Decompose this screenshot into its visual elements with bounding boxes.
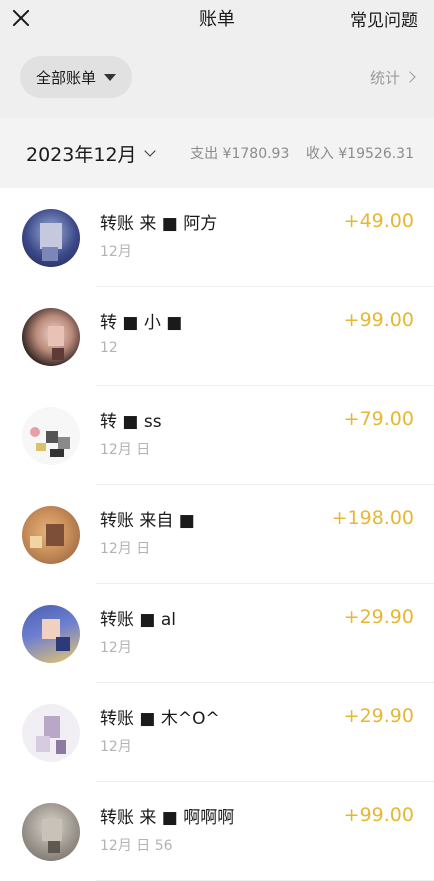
expense-total: 支出 ¥1780.93 xyxy=(190,146,290,162)
avatar xyxy=(22,307,80,366)
transaction-amount: +29.90 xyxy=(343,606,414,628)
month-bar: 2023年12月 支出 ¥1780.93 收入 ¥19526.31 xyxy=(0,118,434,188)
avatar xyxy=(22,406,80,465)
transaction-row[interactable]: 转账 ■ 木^O^ 12月 +29.90 xyxy=(0,683,434,782)
month-summary: 支出 ¥1780.93 收入 ¥19526.31 xyxy=(190,143,414,163)
transaction-list: 转账 来 ■ 阿方 12月 +49.00 转 ■ 小 ■ 12 +99.00 转… xyxy=(0,188,434,881)
transaction-date: 12 xyxy=(100,339,118,356)
transaction-date: 12月 xyxy=(100,243,132,260)
transaction-amount: +198.00 xyxy=(331,507,414,529)
chevron-down-icon xyxy=(143,145,156,157)
top-bar: 账单 常见问题 xyxy=(0,0,434,36)
month-label: 2023年12月 xyxy=(26,143,137,166)
transaction-title: 转账 来 ■ 啊啊啊 xyxy=(100,807,235,828)
month-selector[interactable]: 2023年12月 xyxy=(26,140,156,167)
avatar xyxy=(22,802,80,861)
close-icon[interactable] xyxy=(10,7,32,29)
transaction-date: 12月 日 56 xyxy=(100,837,173,854)
transaction-row[interactable]: 转账 来自 ■ 12月 日 +198.00 xyxy=(0,485,434,584)
stats-link[interactable]: 统计 xyxy=(369,67,416,88)
transaction-title: 转账 ■ al xyxy=(100,609,177,630)
stats-label: 统计 xyxy=(369,68,400,87)
transaction-title: 转账 ■ 木^O^ xyxy=(100,708,220,729)
transaction-title: 转账 来 ■ 阿方 xyxy=(100,213,218,234)
chevron-right-icon xyxy=(404,71,416,83)
transaction-amount: +79.00 xyxy=(343,408,414,430)
bill-type-dropdown[interactable]: 全部账单 xyxy=(20,56,133,98)
transaction-amount: +29.90 xyxy=(343,705,414,727)
transaction-title: 转 ■ 小 ■ xyxy=(100,312,183,333)
transaction-title: 转 ■ ss xyxy=(100,411,162,432)
transaction-date: 12月 日 xyxy=(100,540,151,557)
transaction-row[interactable]: 转账 来 ■ 啊啊啊 12月 日 56 +99.00 xyxy=(0,782,434,881)
transaction-date: 12月 日 xyxy=(100,441,151,458)
faq-link[interactable]: 常见问题 xyxy=(350,6,418,31)
transaction-row[interactable]: 转 ■ ss 12月 日 +79.00 xyxy=(0,386,434,485)
transaction-amount: +49.00 xyxy=(343,210,414,232)
caret-down-icon xyxy=(104,73,117,81)
transaction-row[interactable]: 转账 ■ al 12月 +29.90 xyxy=(0,584,434,683)
avatar xyxy=(22,604,80,663)
transaction-row[interactable]: 转账 来 ■ 阿方 12月 +49.00 xyxy=(0,188,434,287)
filter-bar: 全部账单 统计 xyxy=(0,36,434,118)
transaction-amount: +99.00 xyxy=(343,804,414,826)
avatar xyxy=(22,505,80,564)
transaction-date: 12月 xyxy=(100,639,132,656)
transaction-row[interactable]: 转 ■ 小 ■ 12 +99.00 xyxy=(0,287,434,386)
income-total: 收入 ¥19526.31 xyxy=(305,146,414,162)
bill-page: 账单 常见问题 全部账单 统计 2023年12月 支出 ¥1780.93 收入 … xyxy=(0,0,434,881)
avatar xyxy=(22,703,80,762)
transaction-amount: +99.00 xyxy=(343,309,414,331)
transaction-title: 转账 来自 ■ xyxy=(100,510,195,531)
avatar xyxy=(22,208,80,267)
transaction-date: 12月 xyxy=(100,738,132,755)
bill-type-label: 全部账单 xyxy=(36,68,97,87)
